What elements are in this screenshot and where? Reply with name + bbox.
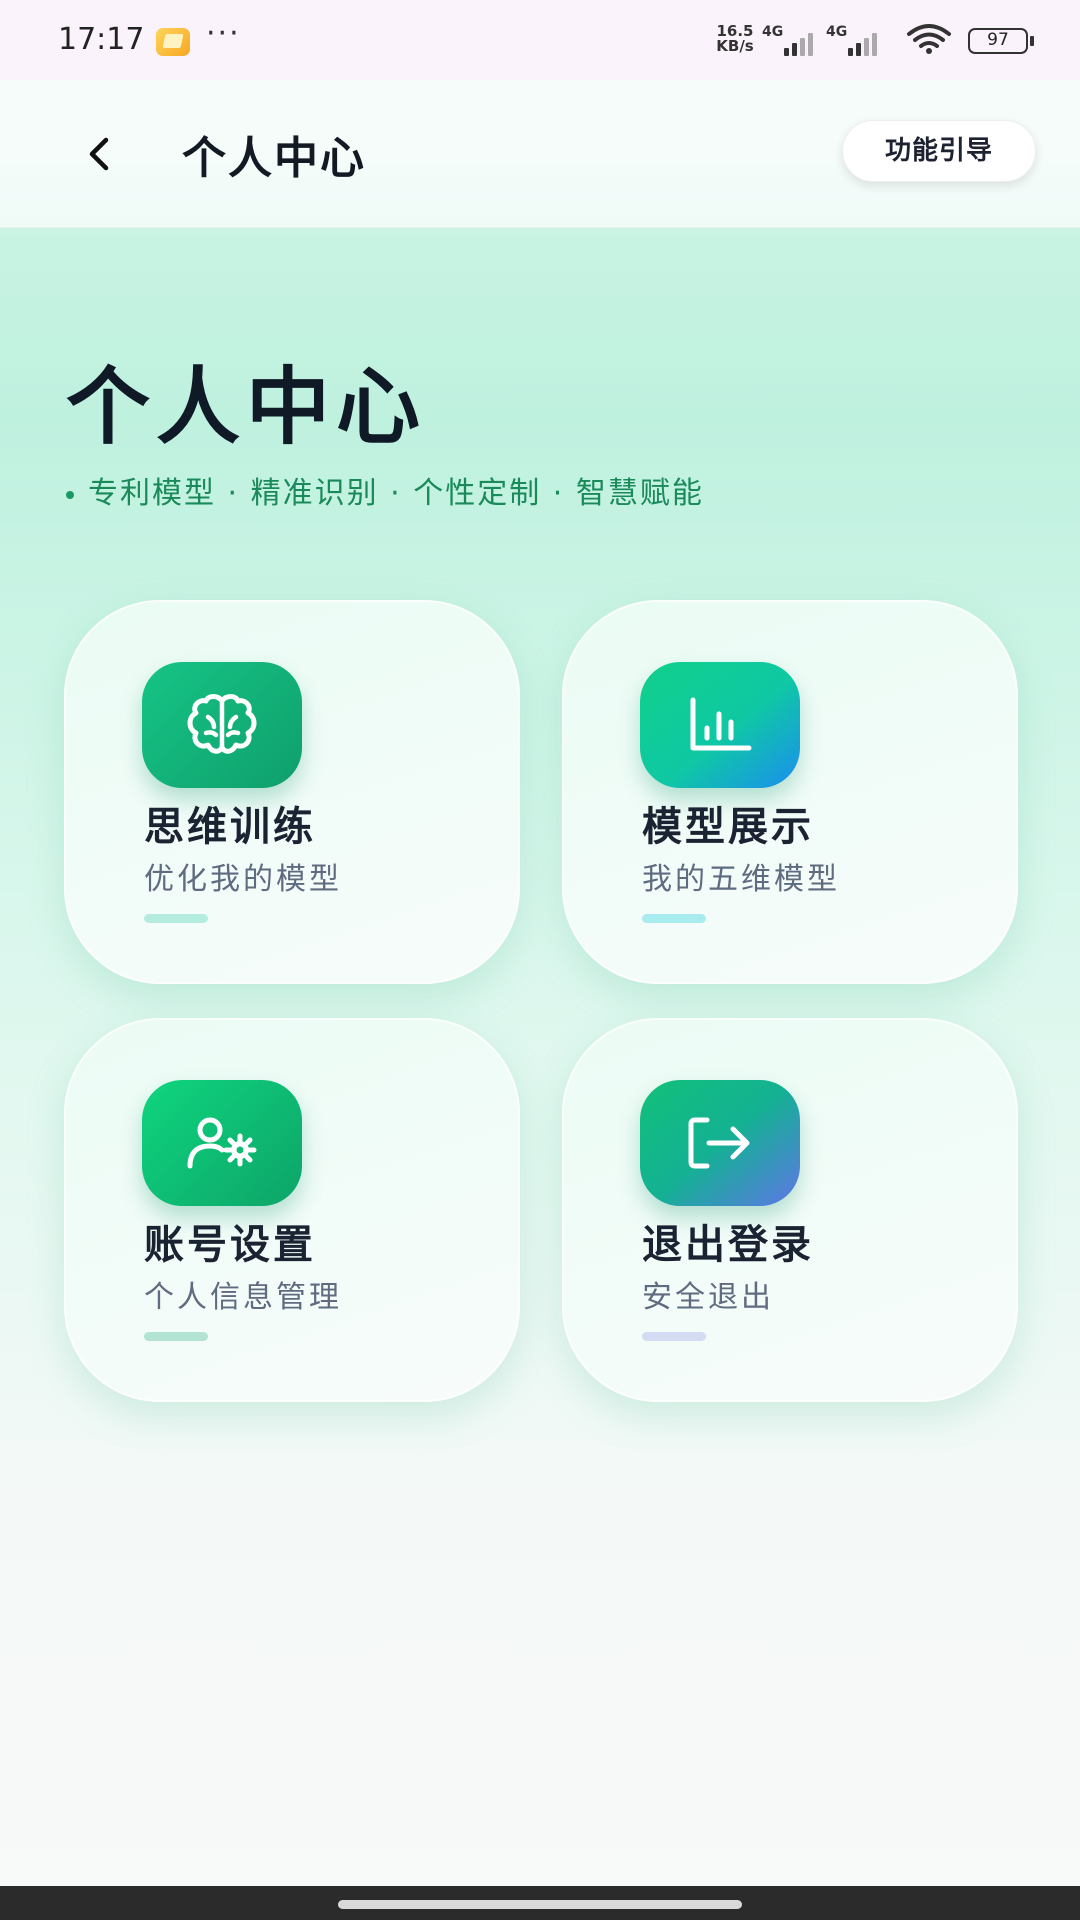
bullet-dot xyxy=(66,490,74,499)
feature-guide-button[interactable]: 功能引导 xyxy=(842,120,1036,182)
brain-icon-tile xyxy=(142,662,302,788)
card-accent-line xyxy=(144,1332,208,1341)
chart-icon-tile xyxy=(640,662,800,788)
bar-chart-icon xyxy=(690,697,752,751)
card-model-display[interactable]: 模型展示 我的五维模型 xyxy=(562,600,1018,984)
network-speed-unit: KB/s xyxy=(716,37,754,55)
page-title: 个人中心 xyxy=(66,358,427,456)
card-title: 退出登录 xyxy=(642,1222,814,1268)
card-title: 账号设置 xyxy=(144,1222,316,1268)
home-indicator[interactable] xyxy=(338,1900,742,1909)
card-subtitle: 安全退出 xyxy=(642,1280,774,1315)
gallery-notification-icon xyxy=(156,28,190,56)
card-account-settings[interactable]: 账号设置 个人信息管理 xyxy=(64,1018,520,1402)
user-settings-icon xyxy=(187,1117,257,1169)
card-accent-line xyxy=(642,1332,706,1341)
back-button[interactable] xyxy=(70,124,130,184)
tagline: 专利模型 · 精准识别 · 个性定制 · 智慧赋能 xyxy=(66,468,704,512)
card-logout[interactable]: 退出登录 安全退出 xyxy=(562,1018,1018,1402)
network-type-2: 4G xyxy=(826,24,848,40)
status-bar: 17:17 ··· 16.5 KB/s 4G 4G 97 xyxy=(0,0,1080,80)
network-speed: 16.5 KB/s xyxy=(712,24,758,54)
card-subtitle: 我的五维模型 xyxy=(642,862,840,897)
status-time: 17:17 xyxy=(58,22,145,57)
card-subtitle: 个人信息管理 xyxy=(144,1280,342,1315)
wifi-icon xyxy=(907,24,951,54)
tagline-text: 专利模型 · 精准识别 · 个性定制 · 智慧赋能 xyxy=(88,476,704,511)
signal-2-icon: 4G xyxy=(826,24,880,56)
card-accent-line xyxy=(642,914,706,923)
battery-icon: 97 xyxy=(968,28,1034,54)
card-accent-line xyxy=(144,914,208,923)
brain-icon xyxy=(187,694,257,754)
logout-icon-tile xyxy=(640,1080,800,1206)
more-notifications-icon: ··· xyxy=(206,16,241,51)
card-title: 模型展示 xyxy=(642,804,814,850)
chevron-left-icon xyxy=(89,137,109,171)
header-title: 个人中心 xyxy=(182,133,366,184)
card-thinking-training[interactable]: 思维训练 优化我的模型 xyxy=(64,600,520,984)
network-type-1: 4G xyxy=(762,24,784,40)
signal-1-icon: 4G xyxy=(762,24,816,56)
user-settings-icon-tile xyxy=(142,1080,302,1206)
app-header: 个人中心 功能引导 xyxy=(0,80,1080,228)
card-title: 思维训练 xyxy=(144,804,316,850)
card-subtitle: 优化我的模型 xyxy=(144,862,342,897)
logout-icon xyxy=(688,1117,750,1169)
